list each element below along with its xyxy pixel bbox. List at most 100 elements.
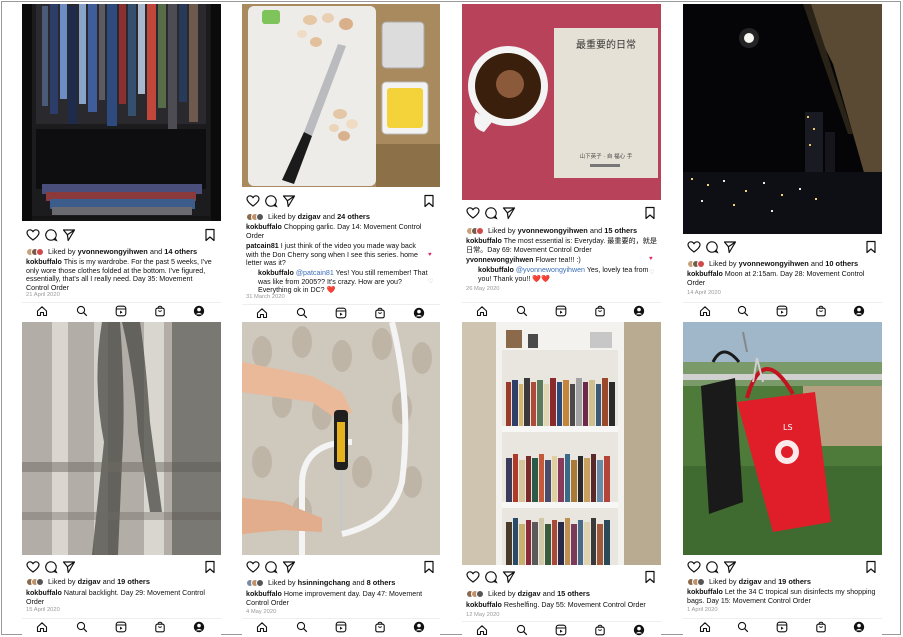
caption-username[interactable]: kokbuffalo: [246, 590, 282, 598]
post-photo[interactable]: LS: [683, 322, 882, 555]
reels-icon[interactable]: [776, 305, 788, 317]
search-icon[interactable]: [516, 624, 528, 636]
search-icon[interactable]: [516, 305, 528, 317]
share-icon[interactable]: [282, 194, 296, 208]
search-icon[interactable]: [737, 305, 749, 317]
caption-username[interactable]: kokbuffalo: [26, 258, 62, 266]
comment-icon[interactable]: [705, 560, 719, 574]
shop-icon[interactable]: [815, 621, 827, 633]
liked-by-user[interactable]: yvonnewongyihwen: [518, 226, 588, 235]
comment-icon[interactable]: [44, 560, 58, 574]
profile-icon[interactable]: [413, 307, 425, 319]
comment-username[interactable]: patcain81: [246, 242, 279, 250]
heart-icon[interactable]: [687, 240, 701, 254]
post-photo[interactable]: [242, 322, 440, 555]
home-icon[interactable]: [36, 621, 48, 633]
post-photo[interactable]: [462, 322, 661, 565]
search-icon[interactable]: [737, 621, 749, 633]
shop-icon[interactable]: [154, 621, 166, 633]
caption-username[interactable]: kokbuffalo: [687, 270, 723, 278]
liked-count[interactable]: 15 others: [557, 589, 590, 598]
liked-count[interactable]: 19 others: [778, 577, 811, 586]
reels-icon[interactable]: [335, 621, 347, 633]
liked-count[interactable]: 14 others: [164, 247, 197, 256]
reels-icon[interactable]: [776, 621, 788, 633]
profile-icon[interactable]: [853, 621, 865, 633]
post-photo[interactable]: [22, 4, 221, 221]
comment-icon[interactable]: [705, 240, 719, 254]
home-icon[interactable]: [476, 305, 488, 317]
share-icon[interactable]: [502, 570, 516, 584]
search-icon[interactable]: [76, 305, 88, 317]
liked-by-user[interactable]: dzigav: [298, 212, 321, 221]
reply-username[interactable]: kokbuffalo: [478, 266, 514, 274]
bookmark-icon[interactable]: [864, 240, 878, 254]
bookmark-icon[interactable]: [203, 228, 217, 242]
share-icon[interactable]: [62, 560, 76, 574]
home-icon[interactable]: [256, 621, 268, 633]
home-icon[interactable]: [699, 621, 711, 633]
reels-icon[interactable]: [115, 621, 127, 633]
liked-count[interactable]: 8 others: [367, 578, 396, 587]
home-icon[interactable]: [699, 305, 711, 317]
liked-count[interactable]: 19 others: [117, 577, 150, 586]
reels-icon[interactable]: [555, 624, 567, 636]
search-icon[interactable]: [76, 621, 88, 633]
caption-username[interactable]: kokbuffalo: [26, 589, 62, 597]
post-photo[interactable]: [683, 4, 882, 234]
reply-mention[interactable]: @yvonnewongyihwen: [516, 266, 585, 274]
comment-icon[interactable]: [484, 570, 498, 584]
bookmark-icon[interactable]: [203, 560, 217, 574]
reels-icon[interactable]: [115, 305, 127, 317]
liked-by-user[interactable]: yvonnewongyihwen: [739, 259, 809, 268]
shop-icon[interactable]: [815, 305, 827, 317]
heart-icon[interactable]: [466, 206, 480, 220]
bookmark-icon[interactable]: [643, 570, 657, 584]
share-icon[interactable]: [282, 560, 296, 574]
heart-icon[interactable]: [466, 570, 480, 584]
comment-icon[interactable]: [484, 206, 498, 220]
profile-icon[interactable]: [413, 621, 425, 633]
liked-by-user[interactable]: hsinningchang: [298, 578, 351, 587]
post-photo[interactable]: [242, 4, 440, 187]
heart-icon[interactable]: [26, 228, 40, 242]
caption-username[interactable]: kokbuffalo: [687, 588, 723, 596]
shop-icon[interactable]: [374, 307, 386, 319]
home-icon[interactable]: [256, 307, 268, 319]
profile-icon[interactable]: [193, 621, 205, 633]
bookmark-icon[interactable]: [864, 560, 878, 574]
shop-icon[interactable]: [594, 624, 606, 636]
post-photo[interactable]: [22, 322, 221, 555]
reply-like-heart-icon[interactable]: ♡: [428, 278, 433, 285]
profile-icon[interactable]: [193, 305, 205, 317]
home-icon[interactable]: [476, 624, 488, 636]
post-photo[interactable]: 最重要的日常 山下英子 · 自 福心 手: [462, 4, 661, 200]
comment-username[interactable]: yvonnewongyihwen: [466, 256, 533, 264]
reply-like-heart-icon[interactable]: ♡: [649, 269, 654, 276]
share-icon[interactable]: [723, 560, 737, 574]
comment-like-heart-icon[interactable]: ♥: [649, 256, 653, 262]
liked-by-user[interactable]: dzigav: [518, 589, 541, 598]
share-icon[interactable]: [62, 228, 76, 242]
comment-icon[interactable]: [264, 560, 278, 574]
search-icon[interactable]: [296, 621, 308, 633]
heart-icon[interactable]: [26, 560, 40, 574]
shop-icon[interactable]: [154, 305, 166, 317]
reply-mention[interactable]: @patcain81: [296, 269, 334, 277]
liked-count[interactable]: 10 others: [825, 259, 858, 268]
caption-username[interactable]: kokbuffalo: [246, 223, 282, 231]
caption-username[interactable]: kokbuffalo: [466, 237, 502, 245]
liked-count[interactable]: 15 others: [604, 226, 637, 235]
comment-icon[interactable]: [264, 194, 278, 208]
caption-username[interactable]: kokbuffalo: [466, 601, 502, 609]
search-icon[interactable]: [296, 307, 308, 319]
profile-icon[interactable]: [853, 305, 865, 317]
heart-icon[interactable]: [246, 560, 260, 574]
share-icon[interactable]: [502, 206, 516, 220]
liked-by-user[interactable]: yvonnewongyihwen: [78, 247, 148, 256]
reels-icon[interactable]: [555, 305, 567, 317]
reply-username[interactable]: kokbuffalo: [258, 269, 294, 277]
liked-by-user[interactable]: dzigav: [739, 577, 762, 586]
share-icon[interactable]: [723, 240, 737, 254]
heart-icon[interactable]: [687, 560, 701, 574]
